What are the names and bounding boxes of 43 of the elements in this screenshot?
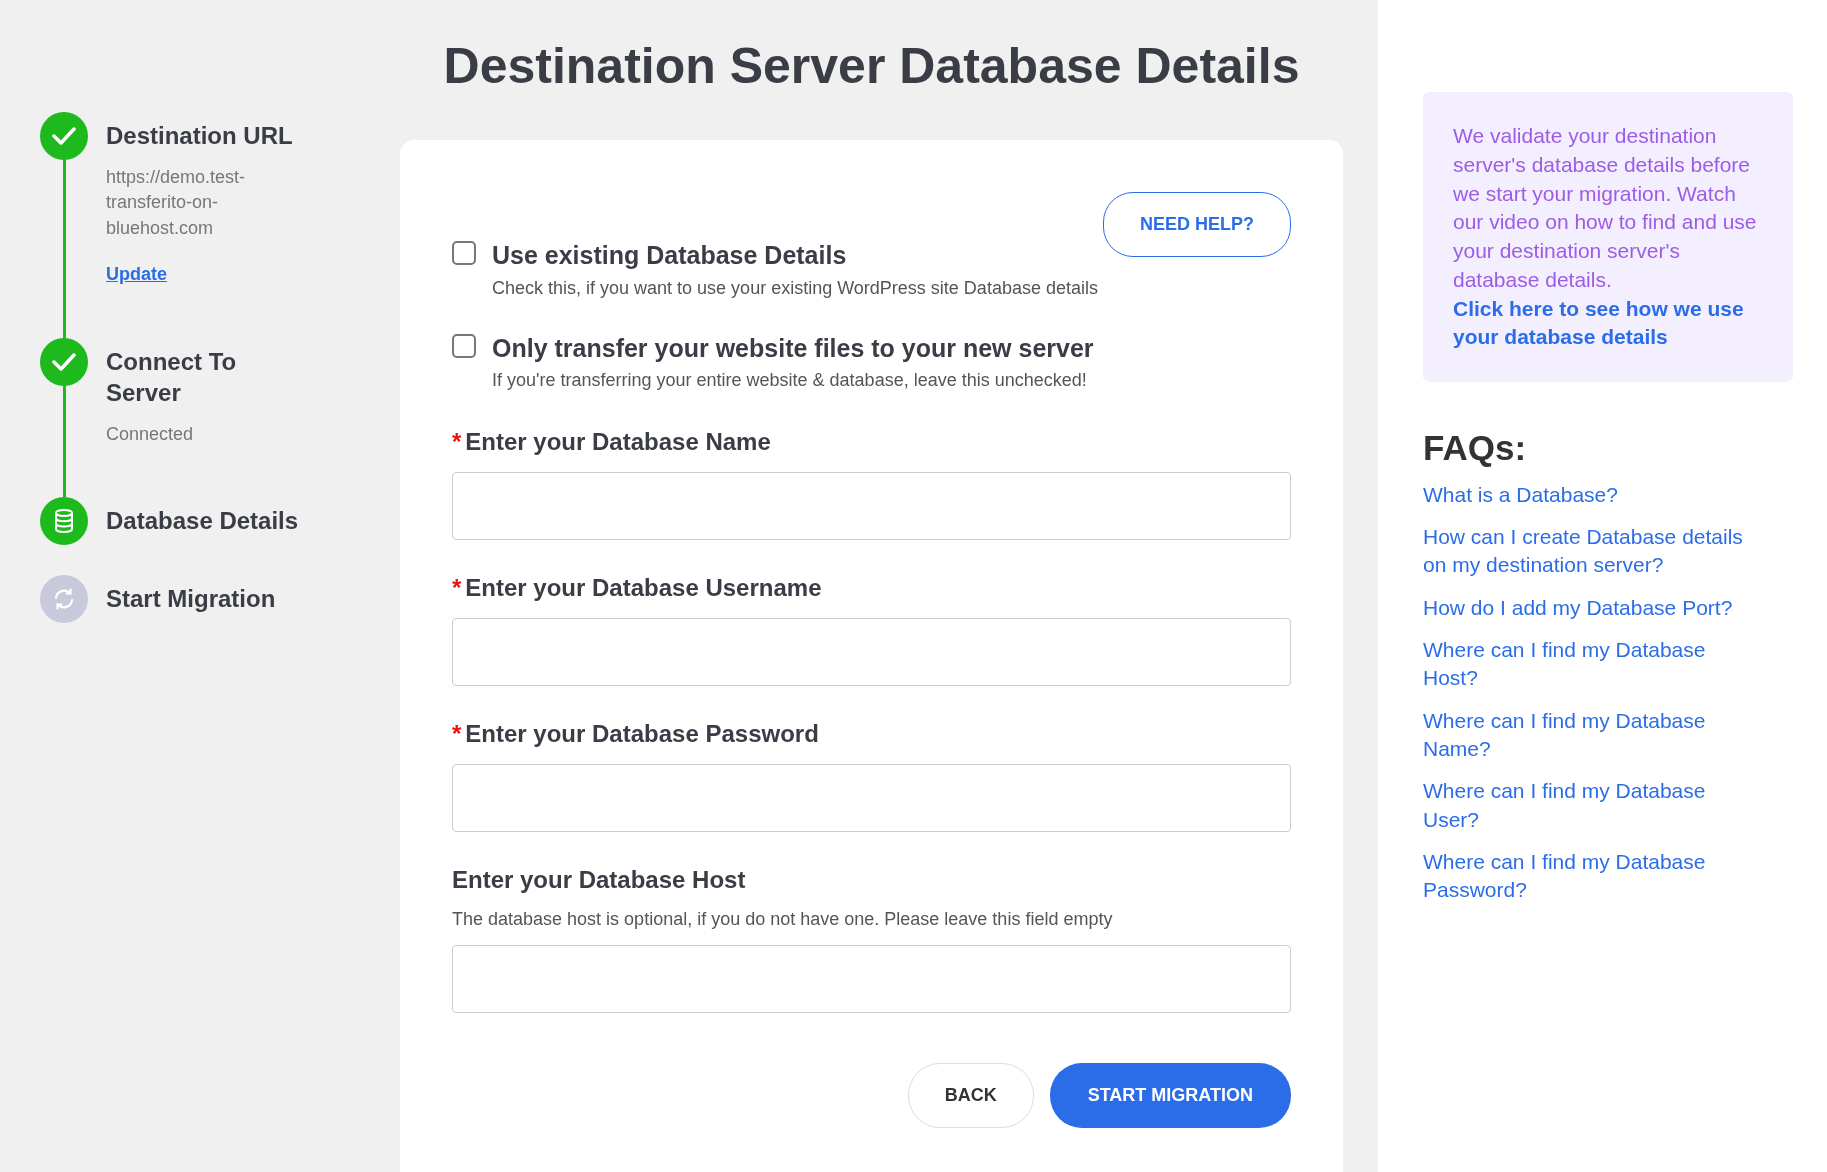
field-label: Enter your Database Username xyxy=(465,574,822,601)
checkbox-label: Only transfer your website files to your new server xyxy=(492,332,1094,364)
faq-link[interactable]: How do I add my Database Port? xyxy=(1423,593,1753,622)
faq-link[interactable]: Where can I find my Database Password? xyxy=(1423,848,1753,905)
step-detail: Connected xyxy=(106,423,195,447)
page-heading: Destination Server Database Details xyxy=(442,37,1301,96)
start-migration-button[interactable]: START MIGRATION xyxy=(1049,1063,1291,1128)
input-field[interactable] xyxy=(452,618,1291,686)
step-title: Database Details xyxy=(106,506,300,537)
field-label: Enter your Database Host xyxy=(452,866,746,893)
need-help-button[interactable]: NEED HELP? xyxy=(1103,192,1291,257)
field-label: Enter your Database Name xyxy=(465,428,771,455)
faq-heading: FAQs: xyxy=(1423,427,1528,470)
update-link[interactable]: Update xyxy=(106,260,167,288)
required-asterisk: * xyxy=(452,574,462,601)
input-field[interactable] xyxy=(452,764,1291,832)
step-detail: https://demo.test-transferito-on-bluehost.com xyxy=(106,166,247,240)
required-asterisk: * xyxy=(452,720,462,747)
required-asterisk: * xyxy=(452,428,462,455)
checkbox[interactable] xyxy=(452,333,476,358)
faq-link[interactable]: What is a Database? xyxy=(1423,480,1753,509)
faq-link[interactable]: Where can I find my Database User? xyxy=(1423,777,1753,835)
step-title: Destination URL xyxy=(106,121,294,151)
sync-icon xyxy=(52,587,76,612)
step-title: Start Migration xyxy=(106,584,277,615)
check-icon xyxy=(52,352,76,371)
checkbox-hint: Check this, if you want to use your existing WordPress site Database details xyxy=(492,276,1098,300)
info-text: We validate your destination server's database details before we start your migration. Watch our video on how to find and use your destination server's database details. xyxy=(1453,123,1758,293)
video-link[interactable]: Click here to see how we use your database details xyxy=(1453,294,1759,353)
checkbox-hint: If you're transferring your entire website & database, leave this unchecked! xyxy=(492,369,1088,392)
step-title: Connect To Server xyxy=(106,346,238,408)
input-field[interactable] xyxy=(452,472,1291,540)
database-icon xyxy=(54,509,74,534)
checkbox[interactable] xyxy=(452,241,476,265)
faq-link[interactable]: Where can I find my Database Host? xyxy=(1423,636,1753,693)
check-icon xyxy=(52,127,76,145)
checkbox-label: Use existing Database Details xyxy=(492,240,848,271)
field-label: Enter your Database Password xyxy=(465,720,819,747)
field-hint: The database host is optional, if you do not have one. Please leave this field empty xyxy=(452,908,1114,931)
back-button[interactable]: BACK xyxy=(907,1063,1034,1128)
faq-link[interactable]: How can I create Database details on my destination server? xyxy=(1423,522,1753,580)
faq-link[interactable]: Where can I find my Database Name? xyxy=(1423,706,1753,764)
input-field[interactable] xyxy=(452,945,1291,1013)
